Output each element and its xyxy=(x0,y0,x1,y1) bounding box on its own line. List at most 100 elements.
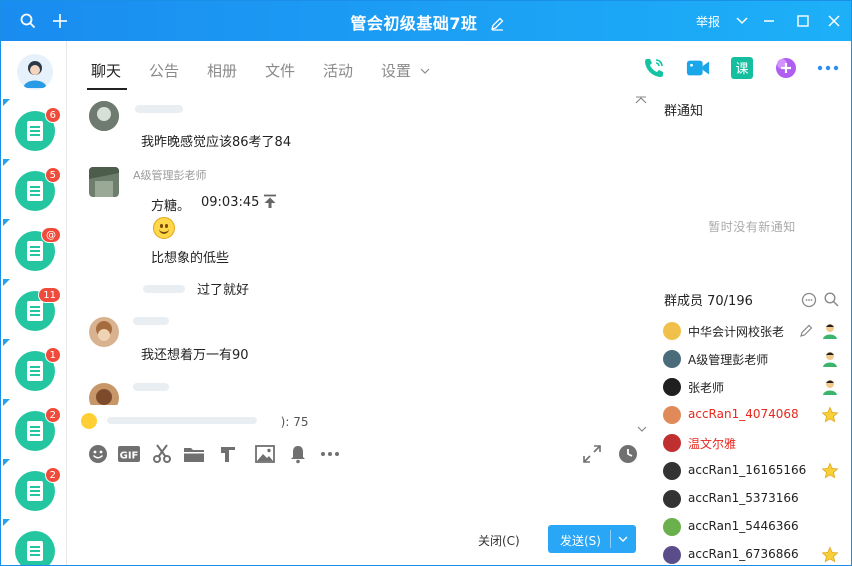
tab-settings-label: 设置 xyxy=(381,62,412,80)
message-list: 我昨晚感觉应该86考了84 A级管理彭老师 方糖。 09:03:45 比想象的低… xyxy=(67,93,651,405)
chevron-down-icon xyxy=(420,60,430,78)
sender-avatar[interactable] xyxy=(89,167,119,197)
member-name: 温文尔雅 xyxy=(688,437,737,451)
member-search-icon[interactable] xyxy=(824,292,839,311)
member-row[interactable]: accRan1_4074068 xyxy=(663,405,851,425)
group-doc-icon xyxy=(27,121,43,141)
history-clock-icon[interactable] xyxy=(617,443,639,465)
conversation-item[interactable]: 6 xyxy=(15,107,61,151)
group-doc-icon xyxy=(27,181,43,201)
member-row[interactable]: accRan1_5373166 xyxy=(663,489,851,509)
member-name: 张老师 xyxy=(688,381,725,395)
members-title: 群成员 70/196 xyxy=(664,294,753,309)
conversation-item[interactable]: @ xyxy=(15,227,61,271)
course-icon[interactable]: 课 xyxy=(730,56,754,80)
sender-avatar[interactable] xyxy=(89,383,119,405)
sender-avatar[interactable] xyxy=(89,101,119,131)
tab-files[interactable]: 文件 xyxy=(265,60,295,81)
unread-badge: @ xyxy=(41,227,61,243)
gif-icon[interactable]: GIF xyxy=(118,443,140,465)
star-icon xyxy=(821,546,839,564)
chevron-down-icon[interactable] xyxy=(637,421,647,436)
more-dots-icon[interactable] xyxy=(319,443,341,465)
more-icon[interactable] xyxy=(816,56,840,80)
bell-icon[interactable] xyxy=(287,443,309,465)
member-row[interactable]: 张老师 xyxy=(663,377,851,397)
tab-announcement[interactable]: 公告 xyxy=(149,60,179,81)
image-icon[interactable] xyxy=(254,443,276,465)
unread-corner-marker xyxy=(3,279,10,286)
unread-badge: 11 xyxy=(38,287,61,303)
conversation-item[interactable]: 1 xyxy=(15,347,61,391)
new-message-preview[interactable]: ): 75 xyxy=(81,413,308,429)
message-text: 比想象的低些 xyxy=(151,251,230,266)
member-row[interactable]: accRan1_5446366 xyxy=(663,517,851,537)
report-button[interactable]: 举报 xyxy=(696,13,720,30)
notice-title: 群通知 xyxy=(664,104,704,119)
unread-badge: 5 xyxy=(44,167,61,183)
send-label: 发送(S) xyxy=(560,534,601,548)
member-avatar xyxy=(663,406,681,424)
group-doc-icon xyxy=(27,421,43,441)
smile-emoji-icon xyxy=(153,217,175,239)
my-avatar[interactable] xyxy=(17,54,53,90)
minimize-button[interactable] xyxy=(758,10,780,32)
member-row[interactable]: accRan1_16165166 xyxy=(663,461,851,481)
unread-badge: 2 xyxy=(44,407,61,423)
conversation-item[interactable]: 2 xyxy=(15,407,61,451)
close-window-button[interactable] xyxy=(823,10,845,32)
star-icon xyxy=(821,462,839,480)
admin-person-icon xyxy=(821,350,839,368)
unread-badge: 2 xyxy=(44,467,61,483)
unread-corner-marker xyxy=(3,399,10,406)
member-row[interactable]: 温文尔雅 xyxy=(663,433,851,453)
member-chat-icon[interactable] xyxy=(801,292,817,312)
plus-app-icon[interactable] xyxy=(774,56,798,80)
conversation-item[interactable]: 11 xyxy=(15,287,61,331)
preview-blurred xyxy=(106,417,257,424)
svg-text:GIF: GIF xyxy=(120,451,139,462)
star-icon xyxy=(821,406,839,424)
close-button[interactable]: 关闭(C) xyxy=(478,532,520,549)
send-button[interactable]: 发送(S) xyxy=(548,525,636,553)
emoji-icon[interactable] xyxy=(87,443,109,465)
conversation-item[interactable] xyxy=(15,531,55,565)
pin-top-icon[interactable] xyxy=(263,194,277,212)
member-row[interactable]: accRan1_6736866 xyxy=(663,545,851,565)
tab-album[interactable]: 相册 xyxy=(207,60,237,81)
svg-text:课: 课 xyxy=(735,62,748,77)
unread-badge: 1 xyxy=(44,347,61,363)
send-options-chevron-icon[interactable] xyxy=(614,531,632,547)
chevron-down-icon[interactable] xyxy=(731,10,753,32)
tab-bar: 聊天 公告 相册 文件 活动 设置 xyxy=(67,41,627,91)
conversation-item[interactable]: 2 xyxy=(15,467,61,511)
window-title: 管会初级基础7班 xyxy=(1,10,851,35)
scroll-up-icon[interactable] xyxy=(635,93,647,108)
edit-title-icon[interactable] xyxy=(490,16,504,35)
sender-avatar[interactable] xyxy=(89,317,119,347)
member-avatar xyxy=(663,546,681,564)
admin-person-icon xyxy=(821,378,839,396)
group-doc-icon xyxy=(27,481,43,501)
member-avatar xyxy=(663,378,681,396)
sender-name-blurred xyxy=(143,285,185,293)
member-row[interactable]: 中华会计网校张老 xyxy=(663,321,851,341)
conversation-item[interactable]: 5 xyxy=(15,167,61,211)
expand-icon[interactable] xyxy=(581,443,603,465)
member-row[interactable]: A级管理彭老师 xyxy=(663,349,851,369)
scissors-icon[interactable] xyxy=(151,443,173,465)
group-doc-icon xyxy=(27,361,43,381)
folder-icon[interactable] xyxy=(183,443,205,465)
member-avatar xyxy=(663,462,681,480)
tab-settings[interactable]: 设置 xyxy=(381,60,430,81)
maximize-button[interactable] xyxy=(792,10,814,32)
unread-corner-marker xyxy=(3,519,10,526)
phone-icon[interactable] xyxy=(642,56,666,80)
member-name: accRan1_5373166 xyxy=(688,491,799,505)
video-icon[interactable] xyxy=(686,56,710,80)
music-icon[interactable] xyxy=(217,443,239,465)
member-name: accRan1_4074068 xyxy=(688,407,799,421)
member-name: accRan1_5446366 xyxy=(688,519,799,533)
tab-activity[interactable]: 活动 xyxy=(323,60,353,81)
tab-chat[interactable]: 聊天 xyxy=(91,60,121,81)
